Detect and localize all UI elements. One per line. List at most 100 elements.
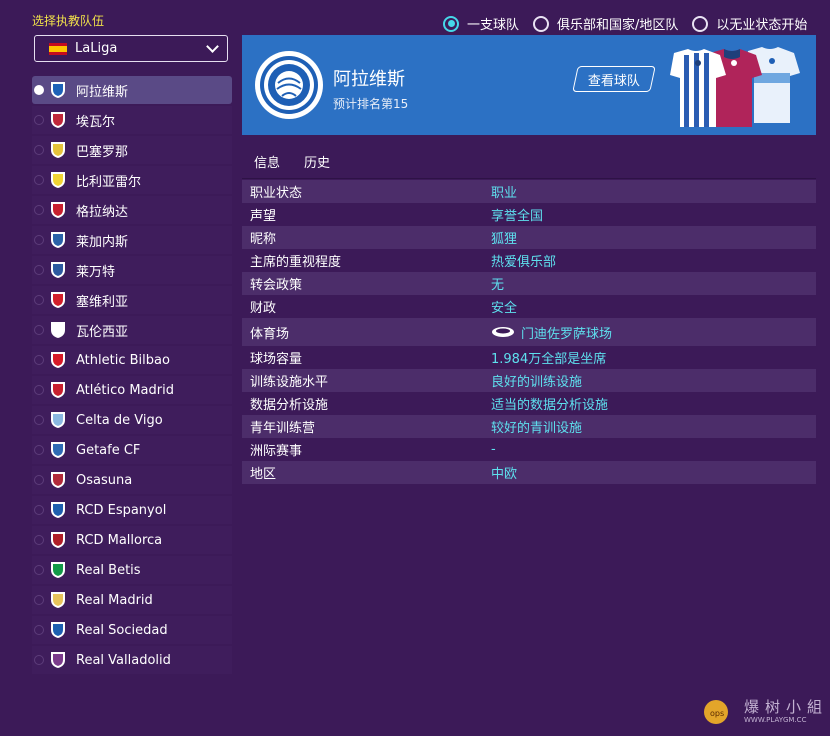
info-value-text: 享誉全国 <box>491 209 544 224</box>
radio-icon <box>34 175 44 185</box>
club-crest-icon <box>50 531 66 549</box>
team-name: Real Madrid <box>76 592 153 608</box>
info-row: 转会政策 无 <box>242 272 816 295</box>
info-value[interactable]: 门迪佐罗萨球场 <box>491 323 612 342</box>
club-crest-icon <box>50 141 66 159</box>
club-crest-icon <box>50 471 66 489</box>
team-name: 阿拉维斯 <box>76 84 129 100</box>
team-item[interactable]: 塞维利亚 <box>32 286 232 314</box>
tab-history[interactable]: 历史 <box>292 148 342 182</box>
team-item[interactable]: Osasuna <box>32 466 232 494</box>
club-crest-icon <box>50 201 66 219</box>
team-item[interactable]: Real Valladolid <box>32 646 232 674</box>
team-item[interactable]: 埃瓦尔 <box>32 106 232 134</box>
info-value-text: 热爱俱乐部 <box>491 255 557 270</box>
radio-icon <box>34 535 44 545</box>
option-single-team[interactable]: 一支球队 <box>443 14 519 33</box>
team-item[interactable]: Getafe CF <box>32 436 232 464</box>
info-value-text: 无 <box>491 278 505 293</box>
club-crest-icon <box>50 261 66 279</box>
team-name: RCD Espanyol <box>76 502 167 518</box>
team-name: Real Betis <box>76 562 141 578</box>
club-name: 阿拉维斯 <box>333 69 405 90</box>
team-item[interactable]: 比利亚雷尔 <box>32 166 232 194</box>
radio-icon <box>34 295 44 305</box>
radio-icon <box>34 325 44 335</box>
team-name: 格拉纳达 <box>76 204 129 220</box>
option-label: 以无业状态开始 <box>716 18 808 33</box>
info-key: 青年训练营 <box>250 421 316 436</box>
info-row: 球场容量 1.984万全部是坐席 <box>242 346 816 369</box>
chevron-down-icon <box>206 40 219 53</box>
team-name: Atlético Madrid <box>76 382 174 398</box>
option-club-and-nation[interactable]: 俱乐部和国家/地区队 <box>533 14 678 33</box>
view-squad-button[interactable]: 查看球队 <box>572 66 656 92</box>
radio-icon <box>34 235 44 245</box>
radio-icon <box>34 595 44 605</box>
info-key: 转会政策 <box>250 278 303 293</box>
option-unemployed[interactable]: 以无业状态开始 <box>692 14 807 33</box>
team-name: Real Valladolid <box>76 652 171 668</box>
info-row: 训练设施水平 良好的训练设施 <box>242 369 816 392</box>
radio-icon <box>34 205 44 215</box>
info-key: 洲际赛事 <box>250 444 303 459</box>
team-item[interactable]: RCD Espanyol <box>32 496 232 524</box>
info-value-text: 职业 <box>491 186 518 201</box>
alaves-crest-icon <box>255 51 323 119</box>
info-value: 较好的青训设施 <box>491 417 582 436</box>
info-row: 地区 中欧 <box>242 461 816 484</box>
league-dropdown[interactable]: LaLiga <box>34 35 228 62</box>
team-item[interactable]: 阿拉维斯 <box>32 76 232 104</box>
team-item[interactable]: 巴塞罗那 <box>32 136 232 164</box>
team-item[interactable]: Real Betis <box>32 556 232 584</box>
info-value: 安全 <box>491 297 517 316</box>
info-row: 昵称 狐狸 <box>242 226 816 249</box>
info-row: 数据分析设施 适当的数据分析设施 <box>242 392 816 415</box>
info-value: 中欧 <box>491 463 517 482</box>
club-crest-icon <box>50 561 66 579</box>
tab-info[interactable]: 信息 <box>242 148 293 182</box>
radio-icon <box>34 625 44 635</box>
info-tabs: 信息 历史 <box>242 148 342 182</box>
team-item[interactable]: 瓦伦西亚 <box>32 316 232 344</box>
info-value-text: 狐狸 <box>491 232 518 247</box>
info-value: - <box>491 442 496 457</box>
club-crest-icon <box>50 81 66 99</box>
info-value-text: 门迪佐罗萨球场 <box>521 326 613 342</box>
team-item[interactable]: Celta de Vigo <box>32 406 232 434</box>
info-key: 体育场 <box>250 326 290 342</box>
watermark-text: 爆树小組 <box>744 698 829 716</box>
option-label: 一支球队 <box>467 18 520 33</box>
team-item[interactable]: 莱加内斯 <box>32 226 232 254</box>
club-crest-icon <box>50 111 66 129</box>
team-name: 莱加内斯 <box>76 234 129 250</box>
team-item[interactable]: Athletic Bilbao <box>32 346 232 374</box>
team-item[interactable]: Atlético Madrid <box>32 376 232 404</box>
club-info-table: 职业状态 职业 声望 享誉全国 昵称 狐狸 主席的重视程度 热爱俱乐部 转会政策 无财政 安全 体育场… <box>242 180 816 484</box>
info-key: 地区 <box>250 467 277 482</box>
radio-icon <box>34 655 44 665</box>
team-name: RCD Mallorca <box>76 532 163 548</box>
club-crest-icon <box>50 441 66 459</box>
team-item[interactable]: Real Sociedad <box>32 616 232 644</box>
radio-selected-icon <box>443 15 459 32</box>
info-key: 球场容量 <box>250 352 303 367</box>
team-item[interactable]: RCD Mallorca <box>32 526 232 554</box>
info-key: 数据分析设施 <box>250 398 329 413</box>
radio-icon <box>34 115 44 125</box>
info-value: 职业 <box>491 182 517 201</box>
info-row: 青年训练营 较好的青训设施 <box>242 415 816 438</box>
club-kits-image <box>670 47 800 127</box>
radio-icon <box>34 475 44 485</box>
spain-flag-icon <box>49 42 67 55</box>
team-item[interactable]: Real Madrid <box>32 586 232 614</box>
team-item[interactable]: 莱万特 <box>32 256 232 284</box>
league-dropdown-value: LaLiga <box>75 41 118 56</box>
team-item[interactable]: 格拉纳达 <box>32 196 232 224</box>
info-key: 昵称 <box>250 232 277 247</box>
select-team-title: 选择执教队伍 <box>32 14 105 28</box>
info-key: 职业状态 <box>250 186 303 201</box>
start-mode-options: 一支球队 俱乐部和国家/地区队 以无业状态开始 <box>443 14 807 33</box>
info-value: 狐狸 <box>491 228 517 247</box>
info-value: 热爱俱乐部 <box>491 251 556 270</box>
